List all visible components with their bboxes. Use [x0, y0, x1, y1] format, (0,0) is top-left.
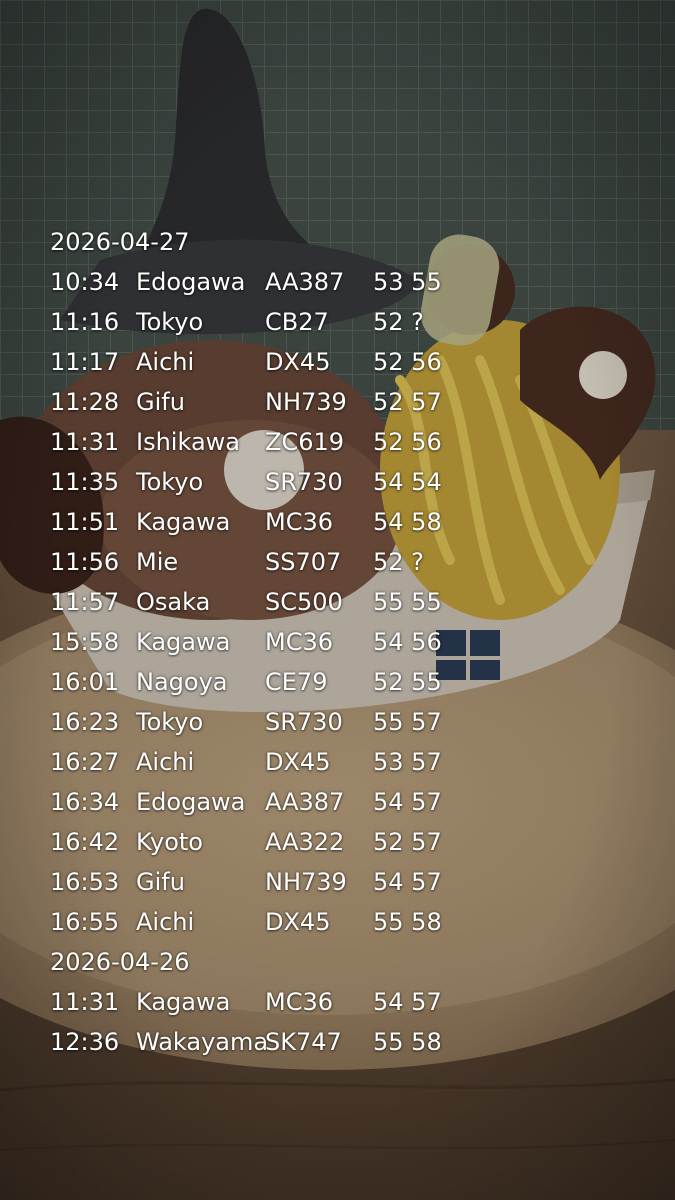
background-photo — [0, 0, 675, 1200]
